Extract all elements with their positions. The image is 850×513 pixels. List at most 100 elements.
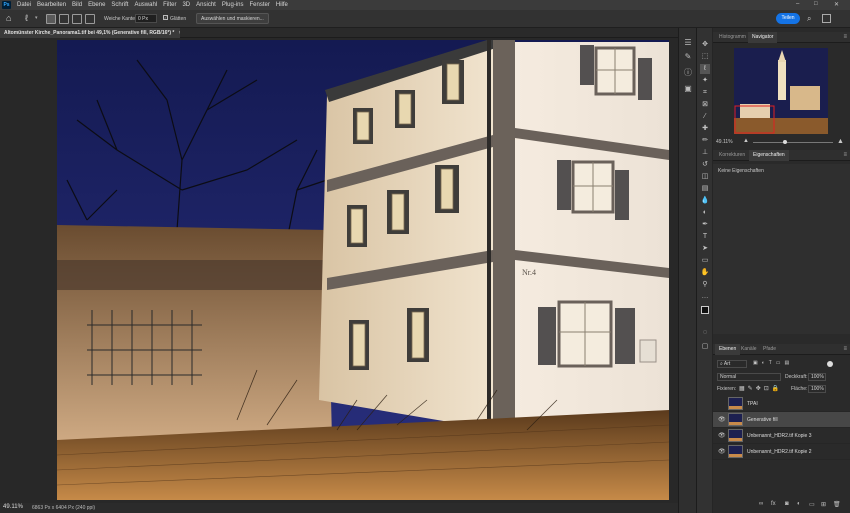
layer-row[interactable]: 👁 Generative fill: [713, 412, 850, 428]
new-layer-icon[interactable]: ⊞: [821, 501, 826, 508]
blend-mode-select[interactable]: Normal: [717, 373, 781, 381]
intersect-selection-icon[interactable]: [85, 14, 95, 24]
lock-icons[interactable]: ▦✎✥⊡🔒: [739, 385, 782, 392]
menu-bild[interactable]: Bild: [69, 2, 85, 8]
menu-plugins[interactable]: Plug-ins: [219, 2, 247, 8]
move-tool-icon[interactable]: ✥: [700, 40, 710, 50]
home-icon[interactable]: ⌂: [6, 13, 11, 23]
frame-tool-icon[interactable]: ⊠: [700, 100, 710, 110]
soft-edge-input[interactable]: 0 Px: [135, 14, 157, 23]
layer-row[interactable]: 👁 Unbenannt_HDR2.tif Kopie 3: [713, 428, 850, 444]
workspace-icon[interactable]: [822, 14, 831, 23]
menu-auswahl[interactable]: Auswahl: [131, 2, 160, 8]
menu-3d[interactable]: 3D: [179, 2, 193, 8]
menu-fenster[interactable]: Fenster: [247, 2, 273, 8]
tab-histogram[interactable]: Histogramm: [715, 32, 750, 43]
layer-name[interactable]: Generative fill: [747, 417, 778, 423]
tab-navigator[interactable]: Navigator: [748, 32, 778, 43]
panel-menu-icon[interactable]: ≡: [843, 34, 847, 40]
dodge-tool-icon[interactable]: ◐: [700, 208, 710, 218]
hand-tool-icon[interactable]: ✋: [700, 268, 710, 278]
eraser-tool-icon[interactable]: ◫: [700, 172, 710, 182]
blur-tool-icon[interactable]: 💧: [700, 196, 710, 206]
tab-channels[interactable]: Kanäle: [737, 344, 761, 355]
delete-layer-icon[interactable]: 🗑: [833, 501, 841, 508]
eye-icon[interactable]: 👁: [718, 448, 726, 455]
zoom-slider-handle[interactable]: [783, 140, 787, 144]
eyedropper-icon[interactable]: ⁄: [700, 112, 710, 122]
stamp-tool-icon[interactable]: ⊥: [700, 148, 710, 158]
canvas-area[interactable]: Nr.4: [0, 38, 678, 503]
subtract-selection-icon[interactable]: [72, 14, 82, 24]
history-brush-icon[interactable]: ↺: [700, 160, 710, 170]
link-layers-icon[interactable]: ∞: [759, 501, 763, 507]
navigator-zoom-value[interactable]: 49.11%: [716, 139, 733, 145]
layer-row[interactable]: 👁 Unbenannt_HDR2.tif Kopie 2: [713, 444, 850, 460]
panel-menu-icon[interactable]: ≡: [843, 346, 847, 352]
zoom-level[interactable]: 49.11%: [3, 504, 23, 510]
info-icon[interactable]: ⓘ: [683, 68, 693, 78]
zoom-slider[interactable]: [753, 142, 833, 143]
layer-style-icon[interactable]: fx: [771, 501, 776, 507]
eye-icon[interactable]: 👁: [718, 432, 726, 439]
tab-close-icon[interactable]: ×: [179, 30, 180, 36]
tab-adjustments[interactable]: Korrekturen: [715, 150, 749, 161]
close-window-button[interactable]: ✕: [834, 1, 839, 8]
type-tool-icon[interactable]: T: [700, 232, 710, 242]
quick-select-icon[interactable]: ✦: [700, 76, 710, 86]
new-selection-icon[interactable]: [46, 14, 56, 24]
document-info[interactable]: 6863 Px x 6404 Px (240 ppi): [32, 505, 95, 511]
menu-ansicht[interactable]: Ansicht: [193, 2, 219, 8]
panel-menu-icon[interactable]: ≡: [843, 152, 847, 158]
filter-toggle[interactable]: [827, 361, 833, 367]
adjustment-layer-icon[interactable]: ◐: [797, 501, 801, 507]
layer-name[interactable]: Unbenannt_HDR2.tif Kopie 2: [747, 449, 812, 455]
zoom-in-icon[interactable]: ▲: [837, 138, 844, 145]
brush-settings-icon[interactable]: ✎: [683, 52, 693, 62]
layer-name[interactable]: Unbenannt_HDR2.tif Kopie 3: [747, 433, 812, 439]
layer-filter-icons[interactable]: ▣◐T▭▤: [753, 360, 793, 366]
add-selection-icon[interactable]: [59, 14, 69, 24]
marquee-tool-icon[interactable]: ⬚: [700, 52, 710, 62]
add-mask-icon[interactable]: ◙: [785, 501, 789, 507]
foreground-color-swatch[interactable]: [701, 306, 709, 314]
zoom-tool-icon[interactable]: ⚲: [700, 280, 710, 290]
brush-tool-icon[interactable]: ✏: [700, 136, 710, 146]
menu-bearbeiten[interactable]: Bearbeiten: [34, 2, 69, 8]
libraries-icon[interactable]: ▣: [683, 84, 693, 94]
pen-tool-icon[interactable]: ✒: [700, 220, 710, 230]
menu-ebene[interactable]: Ebene: [85, 2, 108, 8]
new-group-icon[interactable]: ▭: [809, 501, 815, 508]
select-and-mask-button[interactable]: Auswählen und maskieren...: [196, 13, 269, 24]
navigator-preview[interactable]: [734, 48, 828, 134]
path-select-icon[interactable]: ➤: [700, 244, 710, 254]
menu-datei[interactable]: Datei: [14, 2, 34, 8]
lasso-tool-icon[interactable]: ℓ: [25, 13, 28, 23]
minimize-button[interactable]: –: [796, 1, 799, 7]
eye-icon[interactable]: 👁: [718, 416, 726, 423]
shape-tool-icon[interactable]: ▭: [700, 256, 710, 266]
menu-schrift[interactable]: Schrift: [108, 2, 131, 8]
search-icon[interactable]: ⌕: [807, 14, 811, 24]
menu-hilfe[interactable]: Hilfe: [273, 2, 291, 8]
menu-filter[interactable]: Filter: [160, 2, 179, 8]
smooth-checkbox[interactable]: ✓: [163, 15, 168, 20]
tab-properties[interactable]: Eigenschaften: [749, 150, 789, 161]
document-canvas[interactable]: Nr.4: [57, 40, 669, 500]
opacity-input[interactable]: 100%: [808, 373, 826, 381]
fill-input[interactable]: 100%: [808, 385, 826, 393]
layer-row[interactable]: TPAI: [713, 396, 850, 412]
maximize-button[interactable]: □: [814, 1, 818, 7]
crop-tool-icon[interactable]: ⌗: [700, 88, 710, 98]
chevron-down-icon[interactable]: ▾: [35, 15, 38, 21]
lasso-tool-icon[interactable]: ℓ: [700, 64, 710, 74]
quick-mask-icon[interactable]: ◌: [700, 328, 710, 338]
layer-name[interactable]: TPAI: [747, 401, 758, 407]
layer-filter-select[interactable]: ⌕ Art: [717, 360, 747, 368]
zoom-out-icon[interactable]: ▲: [743, 138, 749, 144]
screen-mode-icon[interactable]: ▢: [700, 342, 710, 352]
history-icon[interactable]: ☰: [683, 38, 693, 48]
healing-brush-icon[interactable]: ✚: [700, 124, 710, 134]
tab-paths[interactable]: Pfade: [759, 344, 780, 355]
document-tab[interactable]: Altomünster Kirche_Panorama1.tif bei 49,…: [0, 28, 180, 38]
